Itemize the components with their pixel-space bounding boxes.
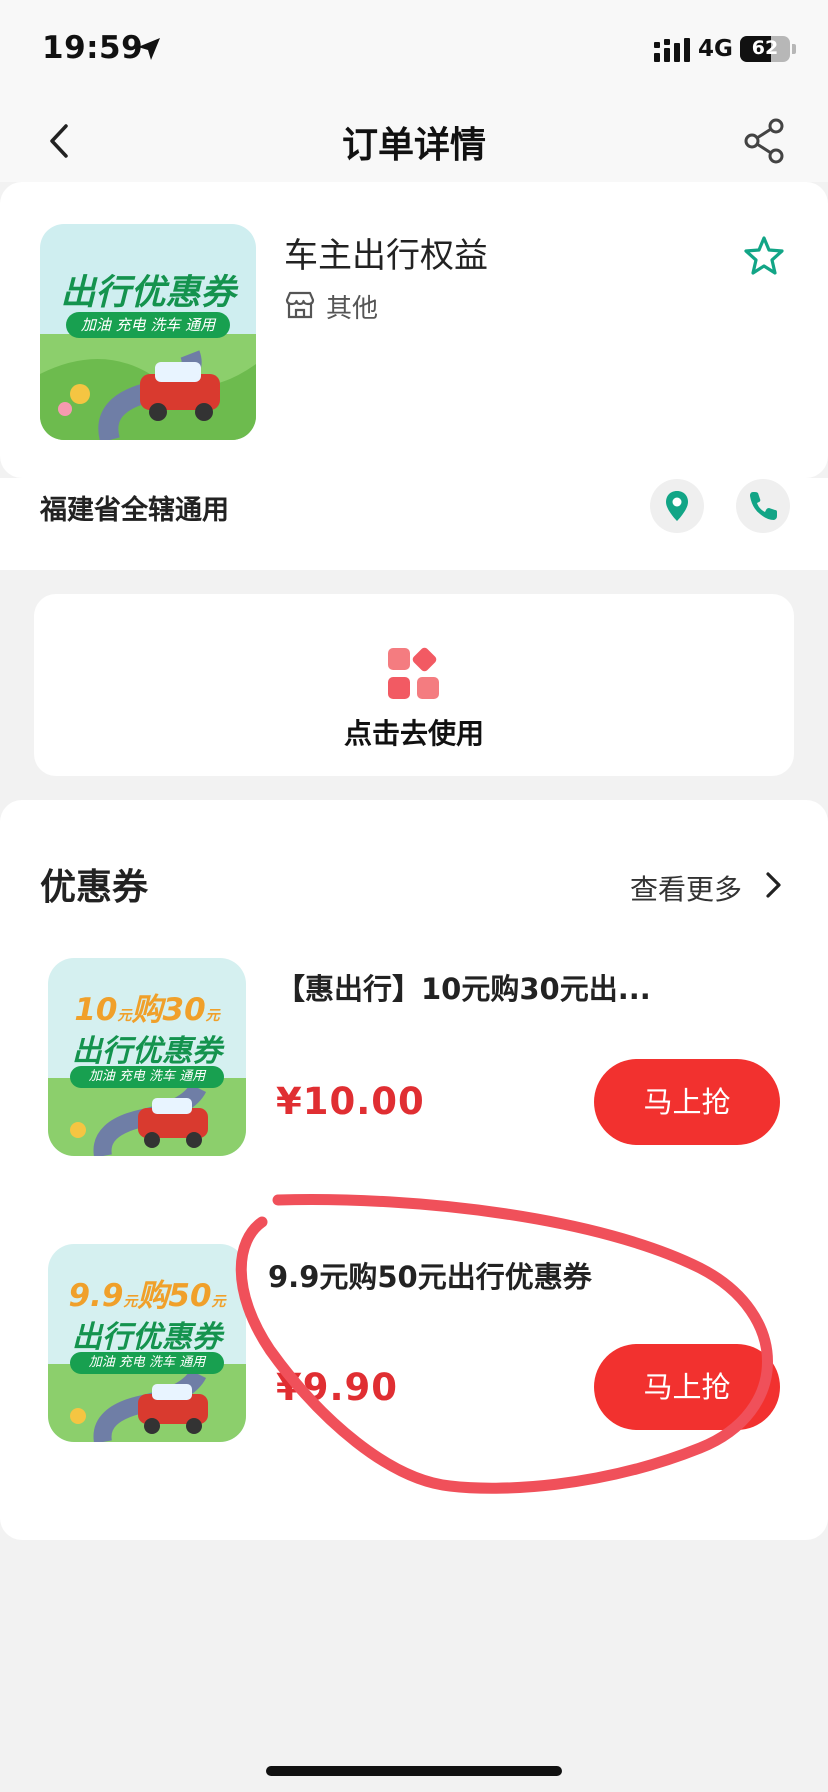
share-icon[interactable] [740, 116, 790, 166]
coupon-price: ¥10.00 [276, 1080, 425, 1123]
merchant-image: 出行优惠券 加油 充电 洗车 通用 [40, 224, 256, 440]
location-pin-icon [666, 491, 688, 521]
coupon-image-tag: 加油 充电 洗车 通用 [70, 1352, 224, 1374]
coupon-title: 9.9元购50元出行优惠券 [268, 1260, 592, 1294]
coupon-image-tag: 加油 充电 洗车 通用 [70, 1066, 224, 1088]
apps-grid-icon [388, 647, 439, 699]
view-more-link[interactable]: 查看更多 [630, 868, 742, 908]
coupon-image: 10元购30元 出行优惠券 加油 充电 洗车 通用 [48, 958, 246, 1156]
chevron-right-icon[interactable] [762, 870, 786, 900]
grab-coupon-button[interactable]: 马上抢 [594, 1059, 780, 1145]
coupon-title: 【惠出行】10元购30元出... [276, 972, 651, 1006]
coupon-price: ¥9.90 [276, 1366, 399, 1409]
back-chevron-icon[interactable] [38, 118, 84, 164]
use-coupon-label: 点击去使用 [343, 717, 484, 750]
grab-coupon-button[interactable]: 马上抢 [594, 1344, 780, 1430]
phone-button[interactable] [736, 479, 790, 533]
merchant-image-title: 出行优惠券 [60, 273, 236, 313]
coupon-image: 9.9元购50元 出行优惠券 加油 充电 洗车 通用 [48, 1244, 246, 1442]
coupon-image-title: 出行优惠券 [72, 1320, 222, 1355]
coupon-section-title: 优惠券 [40, 867, 149, 908]
location-arrow-icon [138, 38, 160, 60]
location-button[interactable] [650, 479, 704, 533]
merchant-name: 车主出行权益 [284, 236, 488, 276]
coupon-image-promo: 9.9元购50元 [68, 1278, 226, 1314]
coupon-image-promo: 10元购30元 [74, 992, 220, 1028]
phone-icon [750, 492, 777, 520]
home-indicator[interactable] [266, 1766, 562, 1776]
network-type: 4G [698, 36, 733, 62]
shop-icon [285, 291, 315, 319]
status-time: 19:59 [42, 30, 144, 66]
battery-icon: 62 [740, 36, 790, 62]
merchant-category: 其他 [326, 294, 379, 324]
star-icon[interactable] [742, 234, 786, 278]
merchant-region: 福建省全辖通用 [40, 495, 229, 526]
page-title: 订单详情 [341, 125, 486, 166]
coupon-image-title: 出行优惠券 [72, 1034, 222, 1069]
merchant-image-tag: 加油 充电 洗车 通用 [66, 312, 230, 338]
battery-cap [792, 44, 796, 54]
signal-icon [654, 38, 690, 62]
battery-level: 62 [751, 37, 779, 59]
